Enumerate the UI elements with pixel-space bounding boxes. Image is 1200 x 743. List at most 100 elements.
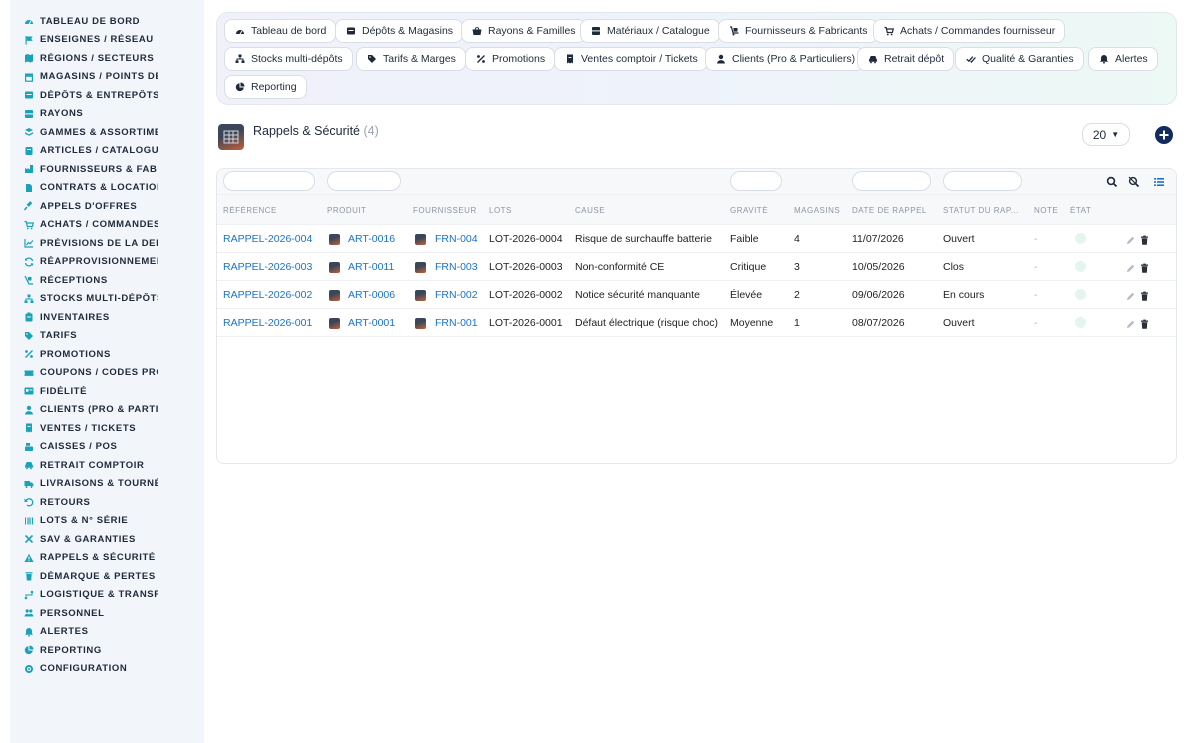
- sidebar-item[interactable]: LOTS & N° SÉRIE: [10, 512, 204, 531]
- sidebar-item[interactable]: RÉCEPTIONS: [10, 271, 204, 290]
- product-link[interactable]: ART-0001: [348, 317, 395, 329]
- sidebar-item[interactable]: LIVRAISONS & TOURNÉE:: [10, 475, 204, 494]
- sidebar-item[interactable]: TARIFS: [10, 327, 204, 346]
- nav-button[interactable]: Stocks multi-dépôts: [224, 47, 353, 71]
- nav-button[interactable]: Reporting: [224, 75, 307, 99]
- supplier-link[interactable]: FRN-001: [435, 317, 478, 329]
- column-header[interactable]: FOURNISSEUR: [413, 206, 477, 215]
- state-indicator: [1075, 261, 1086, 272]
- sidebar-item[interactable]: RÉGIONS / SECTEURS: [10, 49, 204, 68]
- column-header[interactable]: MAGASINS: [794, 206, 840, 215]
- table-row[interactable]: RAPPEL-2026-002 ART-0006 FRN-002 LOT-2026-0…: [217, 281, 1176, 309]
- column-header[interactable]: DATE DE RAPPEL: [852, 206, 927, 215]
- nav-button[interactable]: Clients (Pro & Particuliers): [705, 47, 866, 71]
- filter-date-input[interactable]: [852, 171, 931, 191]
- delete-icon[interactable]: [1139, 233, 1150, 245]
- column-header[interactable]: STATUT DU RAP...: [943, 206, 1019, 215]
- table-row[interactable]: RAPPEL-2026-003 ART-0011 FRN-003 LOT-2026-0…: [217, 253, 1176, 281]
- column-header[interactable]: RÉFÉRENCE: [223, 206, 277, 215]
- sidebar-item[interactable]: PRÉVISIONS DE LA DEMA: [10, 234, 204, 253]
- sidebar-item[interactable]: REPORTING: [10, 641, 204, 660]
- sidebar-item[interactable]: RÉAPPROVISIONNEMENT: [10, 253, 204, 272]
- table-row[interactable]: RAPPEL-2026-004 ART-0016 FRN-004 LOT-2026-0…: [217, 225, 1176, 253]
- reference-link[interactable]: RAPPEL-2026-004: [223, 233, 312, 245]
- sidebar-item[interactable]: ACHATS / COMMANDES F: [10, 216, 204, 235]
- product-link[interactable]: ART-0016: [348, 233, 395, 245]
- sidebar-item[interactable]: VENTES / TICKETS: [10, 419, 204, 438]
- nav-button[interactable]: Promotions: [465, 47, 556, 71]
- product-link[interactable]: ART-0006: [348, 289, 395, 301]
- filter-produit-input[interactable]: [327, 171, 401, 191]
- nav-button[interactable]: Ventes comptoir / Tickets: [554, 47, 708, 71]
- page-size-select[interactable]: 20 ▼: [1082, 123, 1130, 146]
- column-header[interactable]: GRAVITÉ: [730, 206, 768, 215]
- sidebar-item[interactable]: DÉMARQUE & PERTES: [10, 567, 204, 586]
- nav-button-label: Rayons & Familles: [488, 25, 576, 37]
- sidebar-item[interactable]: GAMMES & ASSORTIMEN: [10, 123, 204, 142]
- sidebar-item[interactable]: MAGASINS / POINTS DE V: [10, 68, 204, 87]
- sidebar-item[interactable]: CONFIGURATION: [10, 660, 204, 679]
- product-link[interactable]: ART-0011: [348, 261, 394, 273]
- reference-link[interactable]: RAPPEL-2026-001: [223, 317, 312, 329]
- nav-button[interactable]: Alertes: [1088, 47, 1158, 71]
- column-header[interactable]: ÉTAT: [1070, 206, 1091, 215]
- nav-button-label: Dépôts & Magasins: [362, 25, 454, 37]
- list-view-icon[interactable]: [1153, 175, 1165, 187]
- sidebar-item[interactable]: COUPONS / CODES PROM: [10, 364, 204, 383]
- nav-button[interactable]: Matériaux / Catalogue: [580, 19, 720, 43]
- nav-button[interactable]: Fournisseurs & Fabricants: [718, 19, 878, 43]
- sidebar-item[interactable]: CONTRATS & LOCATION: [10, 179, 204, 198]
- column-header[interactable]: CAUSE: [575, 206, 605, 215]
- column-header[interactable]: PRODUIT: [327, 206, 367, 215]
- clear-search-icon[interactable]: [1128, 175, 1140, 188]
- search-icon[interactable]: [1106, 175, 1118, 188]
- supplier-link[interactable]: FRN-004: [435, 233, 478, 245]
- filter-gravite-input[interactable]: [730, 171, 782, 191]
- sidebar-item[interactable]: STOCKS MULTI-DÉPÔTS: [10, 290, 204, 309]
- delete-icon[interactable]: [1139, 261, 1150, 273]
- sidebar-item[interactable]: ARTICLES / CATALOGUE: [10, 142, 204, 161]
- sidebar-item[interactable]: ENSEIGNES / RÉSEAU: [10, 31, 204, 50]
- filter-reference-input[interactable]: [223, 171, 315, 191]
- table-row[interactable]: RAPPEL-2026-001 ART-0001 FRN-001 LOT-2026-0…: [217, 309, 1176, 337]
- supplier-link[interactable]: FRN-003: [435, 261, 478, 273]
- sidebar-item[interactable]: RETOURS: [10, 493, 204, 512]
- supplier-link[interactable]: FRN-002: [435, 289, 478, 301]
- edit-icon[interactable]: [1125, 233, 1136, 244]
- sidebar-item[interactable]: RETRAIT COMPTOIR: [10, 456, 204, 475]
- sidebar-item[interactable]: APPELS D'OFFRES: [10, 197, 204, 216]
- nav-button[interactable]: Dépôts & Magasins: [335, 19, 464, 43]
- sidebar-item[interactable]: TABLEAU DE BORD: [10, 12, 204, 31]
- sidebar-item[interactable]: PROMOTIONS: [10, 345, 204, 364]
- edit-icon[interactable]: [1125, 261, 1136, 272]
- supplier-thumbnail: [415, 234, 426, 245]
- column-header[interactable]: LOTS: [489, 206, 512, 215]
- nav-button[interactable]: Rayons & Familles: [461, 19, 586, 43]
- sidebar-item[interactable]: INVENTAIRES: [10, 308, 204, 327]
- nav-button[interactable]: Retrait dépôt: [857, 47, 955, 71]
- reference-link[interactable]: RAPPEL-2026-003: [223, 261, 312, 273]
- sidebar-item[interactable]: LOGISTIQUE & TRANSPO: [10, 586, 204, 605]
- sidebar-item[interactable]: ALERTES: [10, 623, 204, 642]
- sidebar-item[interactable]: RAPPELS & SÉCURITÉ: [10, 549, 204, 568]
- sidebar-item[interactable]: SAV & GARANTIES: [10, 530, 204, 549]
- nav-button[interactable]: Achats / Commandes fournisseur: [873, 19, 1066, 43]
- sidebar-item[interactable]: CAISSES / POS: [10, 438, 204, 457]
- sidebar-item[interactable]: FIDÉLITÉ: [10, 382, 204, 401]
- sidebar-item[interactable]: RAYONS: [10, 105, 204, 124]
- delete-icon[interactable]: [1139, 317, 1150, 329]
- sidebar-item[interactable]: CLIENTS (PRO & PARTICU: [10, 401, 204, 420]
- nav-button[interactable]: Tableau de bord: [224, 19, 337, 43]
- nav-button[interactable]: Qualité & Garanties: [955, 47, 1084, 71]
- sidebar-item[interactable]: DÉPÔTS & ENTREPÔTS: [10, 86, 204, 105]
- sidebar-item[interactable]: FOURNISSEURS & FABRI: [10, 160, 204, 179]
- edit-icon[interactable]: [1125, 289, 1136, 300]
- column-header[interactable]: NOTE: [1034, 206, 1058, 215]
- reference-link[interactable]: RAPPEL-2026-002: [223, 289, 312, 301]
- sidebar-item[interactable]: PERSONNEL: [10, 604, 204, 623]
- filter-statut-input[interactable]: [943, 171, 1022, 191]
- delete-icon[interactable]: [1139, 289, 1150, 301]
- add-button[interactable]: [1155, 126, 1173, 144]
- nav-button[interactable]: Tarifs & Marges: [356, 47, 466, 71]
- edit-icon[interactable]: [1125, 317, 1136, 328]
